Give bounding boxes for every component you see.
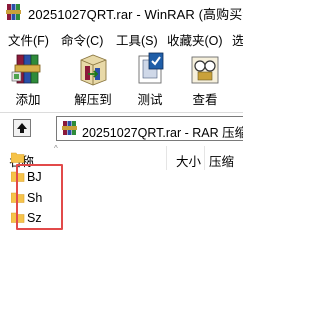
extract-to-button[interactable]: 解压到 bbox=[65, 52, 121, 108]
view-button[interactable]: 查看 bbox=[177, 52, 233, 108]
menu-favorites[interactable]: 收藏夹(O) bbox=[167, 30, 223, 49]
toolbar-divider bbox=[0, 112, 243, 113]
menu-commands[interactable]: 命令(C) bbox=[61, 30, 103, 49]
test-icon bbox=[138, 52, 164, 84]
winrar-app-icon bbox=[6, 4, 21, 20]
winrar-window: 20251027QRT.rar - WinRAR (高购买许 文件(F) 命令(… bbox=[0, 0, 243, 314]
view-label: 查看 bbox=[192, 93, 218, 107]
add-books-icon bbox=[11, 54, 41, 84]
rar-archive-icon bbox=[62, 121, 77, 135]
view-icon bbox=[191, 56, 219, 84]
arrow-up-icon bbox=[17, 123, 27, 133]
window-title: 20251027QRT.rar - WinRAR (高购买许 bbox=[28, 7, 243, 22]
menu-options[interactable]: 选 bbox=[232, 30, 243, 49]
title-bar: 20251027QRT.rar - WinRAR (高购买许 bbox=[0, 0, 243, 27]
extract-to-icon bbox=[80, 54, 107, 86]
extract-to-label: 解压到 bbox=[74, 93, 112, 107]
toolbar: 添加 解压到 测试 查看 bbox=[0, 48, 243, 112]
menu-file[interactable]: 文件(F) bbox=[8, 30, 49, 49]
path-text: 20251027QRT.rar - RAR 压缩 bbox=[82, 126, 243, 140]
test-button[interactable]: 测试 bbox=[122, 52, 178, 108]
add-button[interactable]: 添加 bbox=[0, 52, 56, 108]
menu-tools[interactable]: 工具(S) bbox=[116, 30, 158, 49]
folder-icon bbox=[11, 152, 25, 163]
menu-bar: 文件(F) 命令(C) 工具(S) 收藏夹(O) 选 bbox=[0, 26, 243, 48]
path-field[interactable]: 20251027QRT.rar - RAR 压缩 bbox=[56, 116, 243, 141]
test-label: 测试 bbox=[137, 93, 163, 107]
add-label: 添加 bbox=[15, 93, 41, 107]
address-bar: 20251027QRT.rar - RAR 压缩 bbox=[0, 116, 243, 142]
up-one-level-button[interactable] bbox=[13, 119, 31, 137]
item-name: .. bbox=[27, 151, 34, 165]
highlight-annotation bbox=[16, 164, 63, 230]
